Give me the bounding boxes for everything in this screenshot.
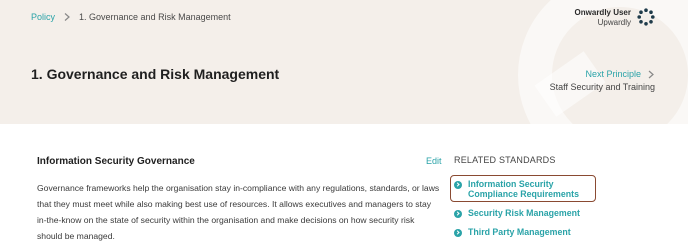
user-org: Upwardly <box>597 18 631 27</box>
breadcrumb-current: 1. Governance and Risk Management <box>79 12 231 22</box>
chevron-right-icon <box>64 13 70 21</box>
next-principle-target: Staff Security and Training <box>549 82 655 92</box>
chevron-circle-icon <box>454 181 462 189</box>
chevron-circle-icon <box>454 210 462 218</box>
org-logo-icon[interactable] <box>637 8 655 26</box>
page-header: Policy 1. Governance and Risk Management… <box>0 0 688 124</box>
edit-button[interactable]: Edit <box>426 156 442 166</box>
standard-link-third-party[interactable]: Third Party Management <box>454 227 571 237</box>
chevron-circle-icon <box>454 229 462 237</box>
breadcrumb: Policy 1. Governance and Risk Management <box>31 12 231 22</box>
next-principle-label: Next Principle <box>585 69 641 79</box>
chevron-right-icon <box>648 70 654 79</box>
standard-label: Information Security Compliance Requirem… <box>468 179 579 199</box>
standard-label: Third Party Management <box>468 227 571 237</box>
breadcrumb-policy-link[interactable]: Policy <box>31 12 55 22</box>
next-principle-link[interactable]: Next Principle Staff Security and Traini… <box>550 68 655 94</box>
standard-label: Security Risk Management <box>468 208 580 218</box>
page-title: 1. Governance and Risk Management <box>31 66 280 82</box>
related-standards: RELATED STANDARDS Information Security C… <box>450 155 596 237</box>
related-standards-title: RELATED STANDARDS <box>454 155 556 165</box>
section-title: Information Security Governance <box>37 156 195 167</box>
standard-link-risk[interactable]: Security Risk Management <box>454 208 580 218</box>
user-name: Onwardly User <box>574 8 631 17</box>
user-info[interactable]: Onwardly User Upwardly <box>575 8 631 28</box>
standard-link-compliance[interactable]: Information Security Compliance Requirem… <box>454 179 594 199</box>
section-body: Governance frameworks help the organisat… <box>37 183 440 241</box>
